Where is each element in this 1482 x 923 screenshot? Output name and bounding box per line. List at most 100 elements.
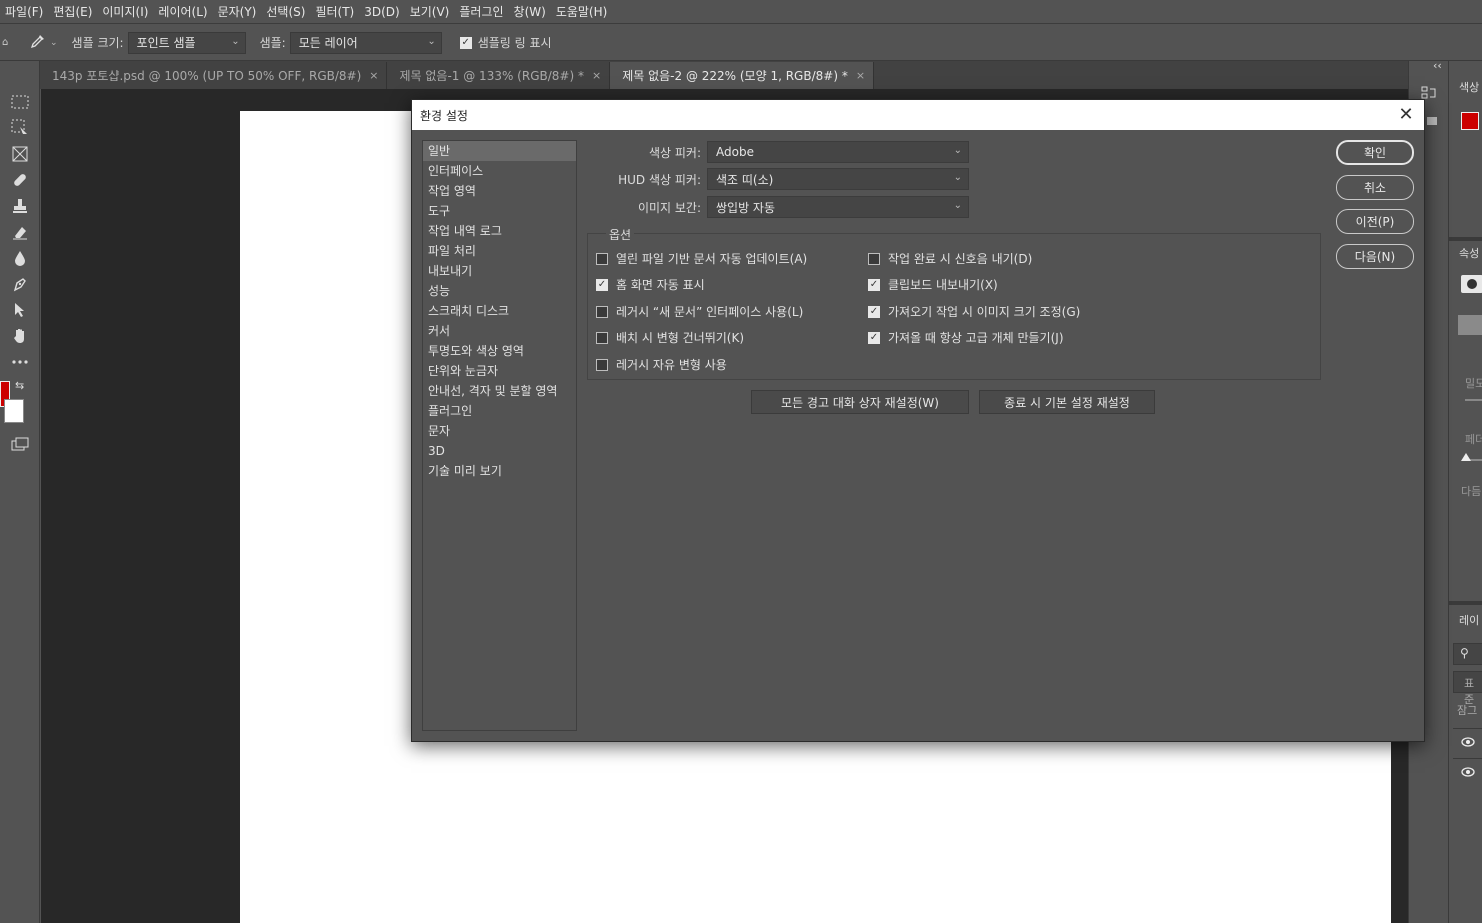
sample-size-select[interactable]: 포인트 샘플 ⌄ bbox=[127, 31, 246, 54]
checkbox[interactable] bbox=[596, 305, 608, 318]
pen-tool-icon[interactable] bbox=[8, 273, 32, 295]
option-resize-on-place[interactable]: ✓ 가져오기 작업 시 이미지 크기 조정(G) bbox=[868, 303, 1080, 320]
cancel-button[interactable]: 취소 bbox=[1336, 175, 1414, 200]
category-item[interactable]: 일반 bbox=[423, 141, 576, 161]
category-item[interactable]: 단위와 눈금자 bbox=[423, 361, 576, 381]
menu-type[interactable]: 문자(Y) bbox=[213, 3, 262, 20]
menu-layer[interactable]: 레이어(L) bbox=[153, 3, 212, 20]
category-item[interactable]: 플러그인 bbox=[423, 401, 576, 421]
color-picker-select[interactable]: Adobe ⌄ bbox=[707, 141, 969, 163]
hud-color-picker-select[interactable]: 색조 띠(소) ⌄ bbox=[707, 168, 969, 190]
reset-preferences-button[interactable]: 종료 시 기본 설정 재설정 bbox=[979, 390, 1155, 414]
category-item[interactable]: 커서 bbox=[423, 321, 576, 341]
checkbox[interactable] bbox=[596, 331, 608, 344]
collapse-panels-icon[interactable]: ‹‹ bbox=[1433, 59, 1442, 72]
home-icon[interactable]: ⌂ bbox=[2, 37, 12, 48]
menu-3d[interactable]: 3D(D) bbox=[359, 5, 404, 19]
slider-thumb-icon[interactable] bbox=[1461, 453, 1471, 461]
option-auto-update-docs[interactable]: 열린 파일 기반 문서 자동 업데이트(A) bbox=[596, 250, 807, 267]
refine-label[interactable]: 다듬 bbox=[1461, 483, 1481, 499]
category-item[interactable]: 인터페이스 bbox=[423, 161, 576, 181]
category-item[interactable]: 기술 미리 보기 bbox=[423, 461, 576, 481]
menu-help[interactable]: 도움말(H) bbox=[551, 3, 613, 20]
eraser-icon[interactable] bbox=[8, 221, 32, 243]
close-icon[interactable]: ✕ bbox=[1394, 103, 1418, 127]
layer-row[interactable] bbox=[1453, 728, 1482, 758]
option-legacy-new-doc[interactable]: 레거시 “새 문서” 인터페이스 사용(L) bbox=[596, 303, 803, 320]
option-legacy-free-transform[interactable]: 레거시 자유 변형 사용 bbox=[596, 356, 727, 373]
menu-window[interactable]: 창(W) bbox=[509, 3, 551, 20]
eye-icon[interactable] bbox=[1461, 736, 1475, 750]
layer-filter-search[interactable]: ⚲ bbox=[1453, 643, 1482, 665]
blur-tool-icon[interactable] bbox=[8, 247, 32, 269]
close-icon[interactable]: × bbox=[592, 69, 601, 82]
path-selection-icon[interactable] bbox=[8, 299, 32, 321]
panel-foreground-swatch[interactable] bbox=[1461, 112, 1479, 130]
reset-warnings-button[interactable]: 모든 경고 대화 상자 재설정(W) bbox=[751, 390, 969, 414]
option-export-clipboard[interactable]: ✓ 클립보드 내보내기(X) bbox=[868, 276, 998, 293]
healing-brush-icon[interactable] bbox=[8, 169, 32, 191]
dialog-title-bar[interactable]: 환경 설정 ✕ bbox=[412, 100, 1424, 130]
close-icon[interactable]: × bbox=[369, 69, 378, 82]
eyedropper-icon[interactable] bbox=[30, 33, 46, 52]
more-tools-icon[interactable] bbox=[8, 351, 32, 373]
swap-colors-icon[interactable]: ⇆ bbox=[15, 379, 24, 392]
chevron-down-icon[interactable]: ⌄ bbox=[50, 38, 58, 48]
option-skip-transform[interactable]: 배치 시 변형 건너뛰기(K) bbox=[596, 329, 744, 346]
frame-tool-icon[interactable] bbox=[8, 143, 32, 165]
category-item[interactable]: 안내선, 격자 및 분할 영역 bbox=[423, 381, 576, 401]
show-ring-checkbox[interactable]: ✓ bbox=[459, 36, 472, 49]
close-icon[interactable]: × bbox=[856, 69, 865, 82]
checkbox[interactable]: ✓ bbox=[868, 331, 880, 344]
category-item[interactable]: 3D bbox=[423, 441, 576, 461]
category-item[interactable]: 파일 처리 bbox=[423, 241, 576, 261]
category-item[interactable]: 스크래치 디스크 bbox=[423, 301, 576, 321]
object-selection-tool-icon[interactable] bbox=[8, 117, 32, 139]
image-interpolation-select[interactable]: 쌍입방 자동 ⌄ bbox=[707, 196, 969, 218]
marquee-tool-icon[interactable] bbox=[8, 91, 32, 113]
checkbox[interactable]: ✓ bbox=[868, 278, 880, 291]
background-color-swatch[interactable] bbox=[4, 399, 24, 423]
prev-button[interactable]: 이전(P) bbox=[1336, 209, 1414, 234]
menu-view[interactable]: 보기(V) bbox=[405, 3, 455, 20]
category-item[interactable]: 문자 bbox=[423, 421, 576, 441]
menu-filter[interactable]: 필터(T) bbox=[310, 3, 359, 20]
checkbox[interactable]: ✓ bbox=[596, 278, 608, 291]
option-smart-objects[interactable]: ✓ 가져올 때 항상 고급 개체 만들기(J) bbox=[868, 329, 1064, 346]
category-item[interactable]: 도구 bbox=[423, 201, 576, 221]
category-item[interactable]: 투명도와 색상 영역 bbox=[423, 341, 576, 361]
menu-plugins[interactable]: 플러그인 bbox=[454, 3, 508, 20]
menu-edit[interactable]: 편집(E) bbox=[48, 3, 97, 20]
stamp-tool-icon[interactable] bbox=[8, 195, 32, 217]
option-beep-when-done[interactable]: 작업 완료 시 신호음 내기(D) bbox=[868, 250, 1032, 267]
menu-select[interactable]: 선택(S) bbox=[261, 3, 310, 20]
density-slider[interactable] bbox=[1465, 399, 1482, 401]
category-item[interactable]: 작업 영역 bbox=[423, 181, 576, 201]
tab-document-1[interactable]: 143p 포토샵.psd @ 100% (UP TO 50% OFF, RGB/… bbox=[40, 62, 388, 89]
ok-button[interactable]: 확인 bbox=[1336, 140, 1414, 165]
color-panel-title[interactable]: 색상 bbox=[1459, 79, 1479, 95]
hand-tool-icon[interactable] bbox=[8, 325, 32, 347]
option-auto-show-home[interactable]: ✓ 홈 화면 자동 표시 bbox=[596, 276, 705, 293]
checkbox[interactable] bbox=[596, 358, 608, 371]
next-button[interactable]: 다음(N) bbox=[1336, 244, 1414, 269]
tab-document-3[interactable]: 제목 없음-2 @ 222% (모양 1, RGB/8#) * × bbox=[610, 62, 875, 89]
checkbox[interactable]: ✓ bbox=[868, 305, 880, 318]
mask-thumbnail[interactable] bbox=[1458, 315, 1482, 335]
category-item[interactable]: 성능 bbox=[423, 281, 576, 301]
sample-select[interactable]: 모든 레이어 ⌄ bbox=[289, 31, 442, 54]
layer-row[interactable] bbox=[1453, 758, 1482, 788]
screen-mode-icon[interactable] bbox=[8, 433, 32, 455]
checkbox[interactable] bbox=[868, 252, 880, 265]
checkbox[interactable] bbox=[596, 252, 608, 265]
tab-document-2[interactable]: 제목 없음-1 @ 133% (RGB/8#) * × bbox=[387, 62, 611, 89]
layers-panel-title[interactable]: 레이 bbox=[1459, 612, 1479, 628]
actions-icon[interactable] bbox=[1427, 117, 1437, 125]
eye-icon[interactable] bbox=[1461, 766, 1475, 780]
category-item[interactable]: 내보내기 bbox=[423, 261, 576, 281]
properties-panel-title[interactable]: 속성 bbox=[1459, 245, 1479, 261]
menu-file[interactable]: 파일(F) bbox=[0, 3, 48, 20]
menu-image[interactable]: 이미지(I) bbox=[97, 3, 153, 20]
blend-mode-select[interactable]: 표준 bbox=[1453, 671, 1482, 706]
mask-icon[interactable] bbox=[1461, 275, 1482, 293]
